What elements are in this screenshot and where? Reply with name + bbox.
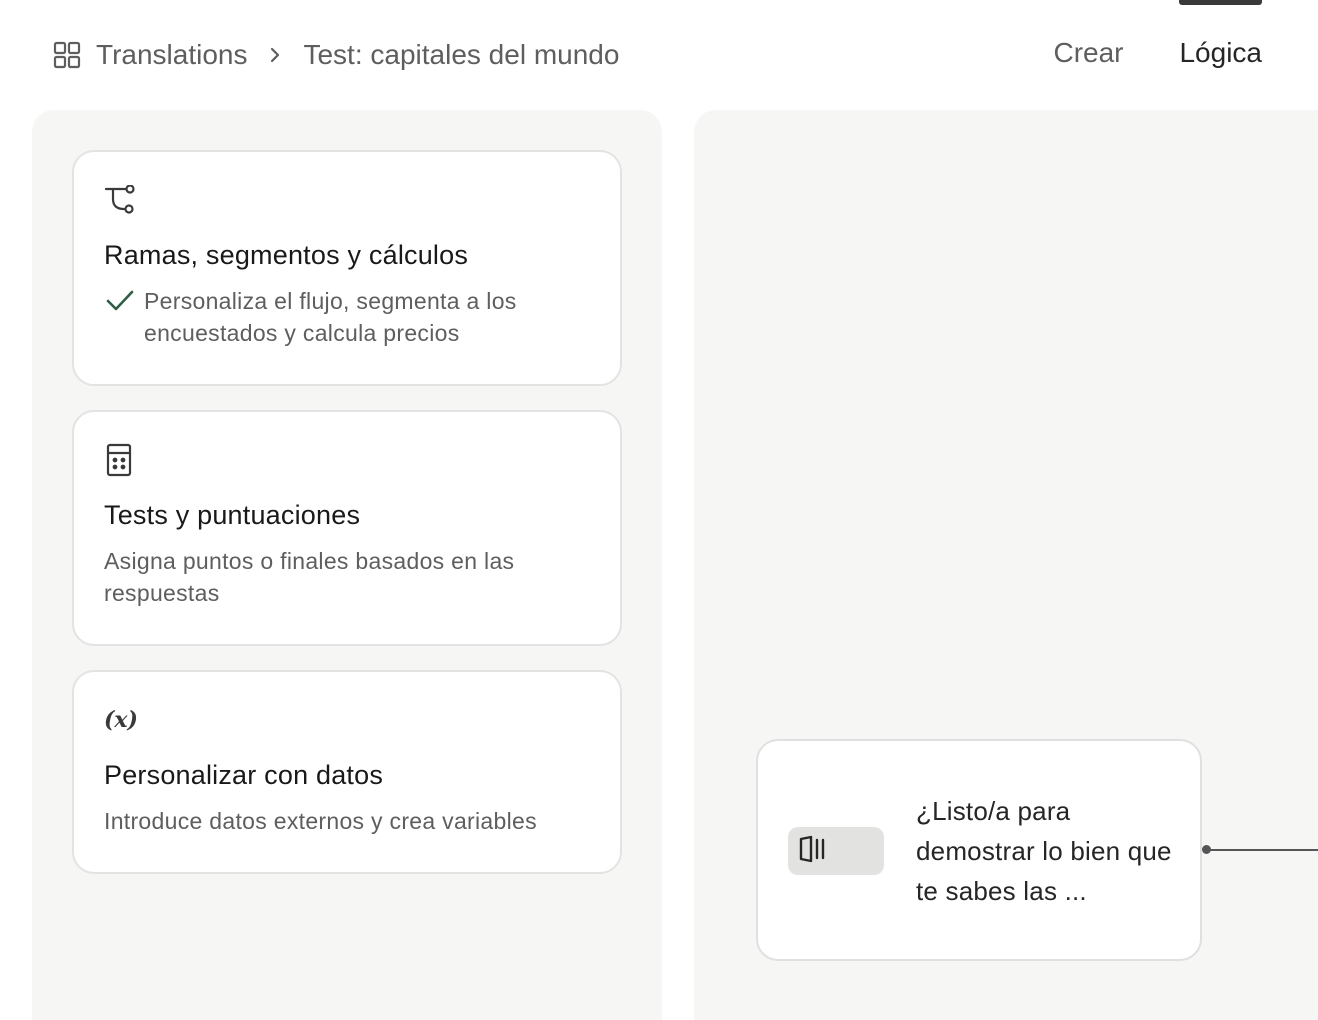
logic-option-card-branching[interactable]: Ramas, segmentos y cálculos Personaliza …: [72, 150, 622, 386]
tab-logic[interactable]: Lógica: [1179, 0, 1262, 110]
chevron-right-icon: [261, 41, 289, 69]
mode-tabs: Crear Lógica: [997, 0, 1262, 110]
node-connector-line: [1210, 849, 1318, 851]
node-question-text: ¿Listo/a para demostrar lo bien que te s…: [916, 796, 1172, 906]
logic-option-card-scoring[interactable]: Tests y puntuaciones Asigna puntos o fin…: [72, 410, 622, 646]
logic-options-panel: Ramas, segmentos y cálculos Personaliza …: [32, 110, 662, 1020]
logic-option-card-variables[interactable]: (x) Personalizar con datos Introduce dat…: [72, 670, 622, 874]
node-type-badge: [788, 827, 884, 875]
calculator-icon: [104, 442, 140, 478]
tab-create[interactable]: Crear: [1053, 0, 1123, 110]
logic-option-title: Tests y puntuaciones: [104, 500, 361, 530]
logic-option-title: Personalizar con datos: [104, 760, 384, 790]
logic-option-description: Personaliza el flujo, segmenta a los enc…: [144, 288, 517, 346]
branch-icon: [104, 182, 140, 218]
breadcrumb-current-form[interactable]: Test: capitales del mundo: [303, 39, 619, 71]
breadcrumb: Translations Test: capitales del mundo: [52, 36, 619, 74]
grid-icon[interactable]: [52, 40, 82, 70]
welcome-screen-icon: [798, 835, 828, 868]
breadcrumb-workspace-link[interactable]: Translations: [96, 39, 247, 71]
top-bar: Translations Test: capitales del mundo C…: [0, 0, 1318, 110]
logic-option-title: Ramas, segmentos y cálculos: [104, 240, 469, 270]
logic-option-description: Introduce datos externos y crea variable…: [104, 808, 537, 834]
logic-map-canvas[interactable]: ¿Listo/a para demostrar lo bien que te s…: [694, 110, 1318, 1020]
check-icon: [104, 285, 136, 317]
variable-icon: (x): [104, 707, 138, 733]
logic-option-description: Asigna puntos o finales basados en las r…: [104, 548, 515, 606]
flow-node-welcome-screen[interactable]: ¿Listo/a para demostrar lo bien que te s…: [756, 739, 1202, 961]
